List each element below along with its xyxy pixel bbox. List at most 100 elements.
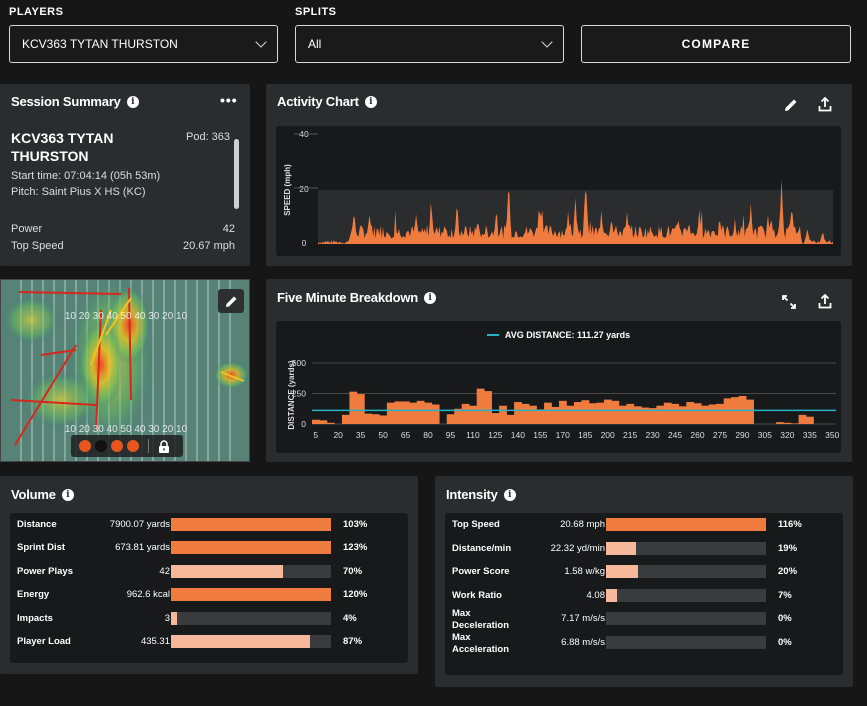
x-tick-label: 215	[623, 430, 637, 440]
metric-value: 1.58 w/kg	[564, 566, 605, 578]
metric-value: 7900.07 yards	[109, 519, 170, 530]
x-tick-label: 290	[735, 430, 749, 440]
metric-value: 435.31	[140, 636, 170, 647]
activity-chart: 40 20 0 SPEED (mph)	[283, 129, 833, 248]
players-select-value: KCV363 TYTAN THURSTON	[22, 37, 178, 51]
distance-bar	[783, 422, 792, 424]
metric-percent: 7%	[778, 589, 792, 601]
info-icon[interactable]: i	[503, 488, 516, 501]
more-options-icon[interactable]: •••	[220, 92, 238, 108]
five-minute-title: Five Minute Breakdown	[277, 290, 418, 305]
distance-bar	[326, 422, 335, 424]
activity-chart-title-row: Activity Chart i	[277, 94, 377, 109]
x-tick-label: 275	[713, 430, 727, 440]
x-tick-label: 260	[690, 430, 704, 440]
metric-percent: 4%	[343, 612, 357, 624]
share-icon[interactable]	[818, 294, 832, 309]
metric-bar-track	[171, 564, 331, 578]
metric-bar-fill	[171, 611, 178, 625]
metric-percent: 103%	[343, 519, 368, 530]
pencil-icon	[225, 296, 236, 307]
players-select[interactable]: KCV363 TYTAN THURSTON	[9, 25, 278, 63]
distance-bar	[469, 405, 477, 424]
metric-bar-track	[606, 588, 766, 602]
distance-bar	[581, 400, 590, 424]
metric-value: 6.88 m/s/s	[561, 637, 605, 648]
distance-bar	[626, 403, 635, 424]
metric-bar-track	[171, 541, 331, 555]
metric-label-line1: Max	[452, 608, 471, 620]
x-tick-label: 335	[803, 430, 817, 440]
share-icon[interactable]	[818, 97, 832, 112]
metric-percent: 0%	[778, 613, 792, 625]
distance-bar	[491, 413, 500, 424]
period-dot-4[interactable]	[127, 440, 139, 452]
distance-bar	[708, 404, 717, 424]
edit-heatmap-button[interactable]	[218, 289, 244, 313]
x-tick-label: 50	[378, 430, 388, 440]
scrollbar-thumb[interactable]	[234, 139, 239, 209]
splits-select[interactable]: All	[295, 25, 564, 63]
start-time: Start time: 07:04:14 (05h 53m)	[11, 170, 161, 182]
volume-title-row: Volume i	[11, 487, 74, 502]
distance-bar	[521, 403, 530, 424]
metric-label: Energy	[17, 589, 50, 601]
activity-chart-panel: Activity Chart i 40 20 0 SPEED (mph)	[266, 84, 852, 266]
distance-bar	[499, 405, 507, 424]
metric-bar-track	[171, 611, 331, 625]
distance-bar	[588, 403, 597, 424]
distance-bar	[506, 414, 515, 424]
metric-label: Impacts	[17, 612, 53, 624]
x-tick-label: 320	[780, 430, 794, 440]
distance-bar	[416, 400, 425, 424]
metric-bar-fill	[171, 518, 331, 531]
pencil-icon[interactable]	[784, 98, 798, 112]
x-tick-label: 35	[356, 430, 366, 440]
heatmap-panel: 10 20 30 40 50 40 30 20 10 10 20 30 40 5…	[0, 279, 250, 462]
distance-bar	[618, 405, 627, 424]
distance-bar	[798, 414, 807, 424]
metric-percent: 87%	[343, 636, 363, 647]
period-dot-2[interactable]	[95, 440, 107, 452]
y-axis-label: DISTANCE (yards)	[287, 360, 296, 430]
metric-bar-fill	[171, 541, 331, 555]
x-tick-label: 245	[668, 430, 682, 440]
x-tick-label: 140	[511, 430, 525, 440]
volume-table: Distance 7900.07 yards 103% Sprint Dist 673.…	[10, 513, 408, 663]
distance-bar	[484, 391, 492, 424]
distance-bar	[791, 423, 799, 424]
activity-ytick-20: 20	[299, 184, 309, 194]
info-icon[interactable]: i	[126, 95, 139, 108]
distance-bar	[746, 399, 754, 424]
distance-bar	[678, 406, 687, 424]
metric-percent: 20%	[778, 566, 798, 578]
metric-value: 3	[164, 612, 170, 624]
field-numbers-bottom: 10 20 30 40 50 40 30 20 10	[65, 424, 188, 435]
info-icon[interactable]: i	[61, 488, 74, 501]
info-icon[interactable]: i	[424, 291, 436, 304]
lock-icon[interactable]	[158, 439, 170, 453]
activity-ylabel: SPEED (mph)	[283, 164, 292, 216]
period-dot-1[interactable]	[79, 440, 91, 452]
metric-label: Player Load	[17, 636, 71, 647]
metric-value: 22.32 yd/min	[550, 542, 605, 554]
distance-bar	[716, 403, 725, 424]
metric-percent: 0%	[778, 637, 792, 648]
expand-icon[interactable]	[782, 295, 796, 309]
five-minute-chart-area: AVG DISTANCE: 111.27 yards 500 250 0 DISTAN…	[276, 321, 841, 453]
compare-button[interactable]: COMPARE	[581, 25, 851, 63]
player-name-line2: THURSTON	[11, 148, 89, 164]
splits-select-value: All	[308, 37, 322, 51]
metric-bar-track	[606, 612, 766, 626]
top-speed-value: 20.67 mph	[183, 240, 235, 252]
period-dot-3[interactable]	[111, 440, 123, 452]
info-icon[interactable]: i	[364, 95, 377, 108]
distance-bar	[686, 402, 695, 424]
distance-bar	[596, 402, 605, 424]
distance-bar	[529, 405, 537, 424]
metric-label: Distance	[17, 519, 57, 530]
distance-bar	[663, 402, 672, 424]
player-name-line1: KCV363 TYTAN	[11, 130, 114, 146]
distance-bar	[424, 402, 433, 424]
x-tick-label: 125	[488, 430, 502, 440]
